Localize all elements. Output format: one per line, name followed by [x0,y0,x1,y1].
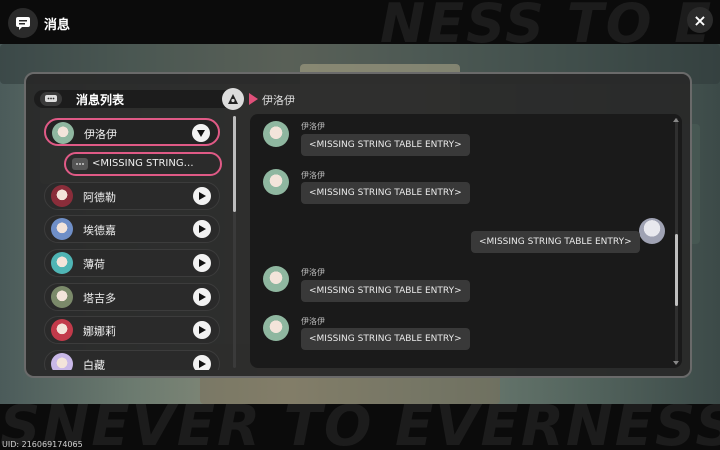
play-icon[interactable] [193,321,211,339]
play-icon[interactable] [193,254,211,272]
contact-item[interactable]: 塔吉多 [44,283,220,311]
contact-name: 埃德嘉 [83,224,116,237]
message-preview-text: <MISSING STRING… [92,158,194,169]
current-chat-name: 伊洛伊 [262,94,295,107]
page-title: 消息 [44,18,71,33]
contact-item[interactable]: 伊洛伊 [44,118,220,146]
list-scrollbar-thumb[interactable] [233,116,236,212]
message-preview-item[interactable]: <MISSING STRING… [64,152,222,176]
close-button[interactable]: × [687,7,713,33]
avatar [263,266,289,292]
chat-bubble-icon [72,158,88,170]
bottom-bar: SNEVER TO EVERNESS [0,404,720,450]
collapse-button[interactable] [192,124,210,142]
avatar [51,286,73,308]
contact-item[interactable]: 白藏 [44,350,220,370]
contact-item[interactable]: 娜娜莉 [44,316,220,344]
message-bubble: <MISSING STRING TABLE ENTRY> [301,182,470,204]
avatar [51,319,73,341]
contact-name: 白藏 [83,359,105,370]
message-bubble: <MISSING STRING TABLE ENTRY> [471,231,640,253]
message-bubble: <MISSING STRING TABLE ENTRY> [301,280,470,302]
avatar [51,185,73,207]
message-bubble: <MISSING STRING TABLE ENTRY> [301,134,470,156]
decorative-background-text: SNEVER TO EVERNESS [0,404,720,450]
avatar [263,315,289,341]
chat-scrollbar-thumb[interactable] [675,234,678,306]
list-title: 消息列表 [76,93,125,107]
avatar [52,122,74,144]
message-bubble: <MISSING STRING TABLE ENTRY> [301,328,470,350]
avatar [263,169,289,195]
message-sender: 伊洛伊 [301,171,325,180]
avatar [51,218,73,240]
message-sender: 伊洛伊 [301,317,325,326]
scroll-down-icon[interactable] [673,361,679,365]
contact-list[interactable]: 伊洛伊 <MISSING STRING… 阿德勒 埃德嘉 薄荷 塔吉多 娜娜莉 … [36,114,232,370]
avatar [51,252,73,274]
contact-name: 伊洛伊 [84,128,117,141]
contact-name: 薄荷 [83,258,105,271]
play-icon[interactable] [193,288,211,306]
chat-area: 伊洛伊 <MISSING STRING TABLE ENTRY> 伊洛伊 <MI… [250,114,682,368]
play-icon[interactable] [193,220,211,238]
contact-name: 娜娜莉 [83,325,116,338]
contact-item[interactable]: 阿德勒 [44,182,220,210]
contact-name: 阿德勒 [83,191,116,204]
message-sender: 伊洛伊 [301,268,325,277]
list-header [34,90,242,108]
play-icon[interactable] [193,355,211,370]
scroll-up-icon[interactable] [673,118,679,122]
avatar [51,353,73,370]
top-bar: NESS TO E [0,0,720,44]
play-icon[interactable] [193,187,211,205]
character-badge-icon [222,88,244,110]
contact-item[interactable]: 埃德嘉 [44,215,220,243]
contact-item[interactable]: 薄荷 [44,249,220,277]
contact-name: 塔吉多 [83,292,116,305]
message-sender: 伊洛伊 [301,122,325,131]
chat-bubble-icon [40,92,62,106]
uid-label: UID: 216069174065 [2,440,83,449]
avatar [263,121,289,147]
message-icon [8,8,38,38]
player-avatar [639,218,665,244]
decorative-background-text: NESS TO E [380,0,714,44]
pointer-arrow-icon [249,93,258,105]
